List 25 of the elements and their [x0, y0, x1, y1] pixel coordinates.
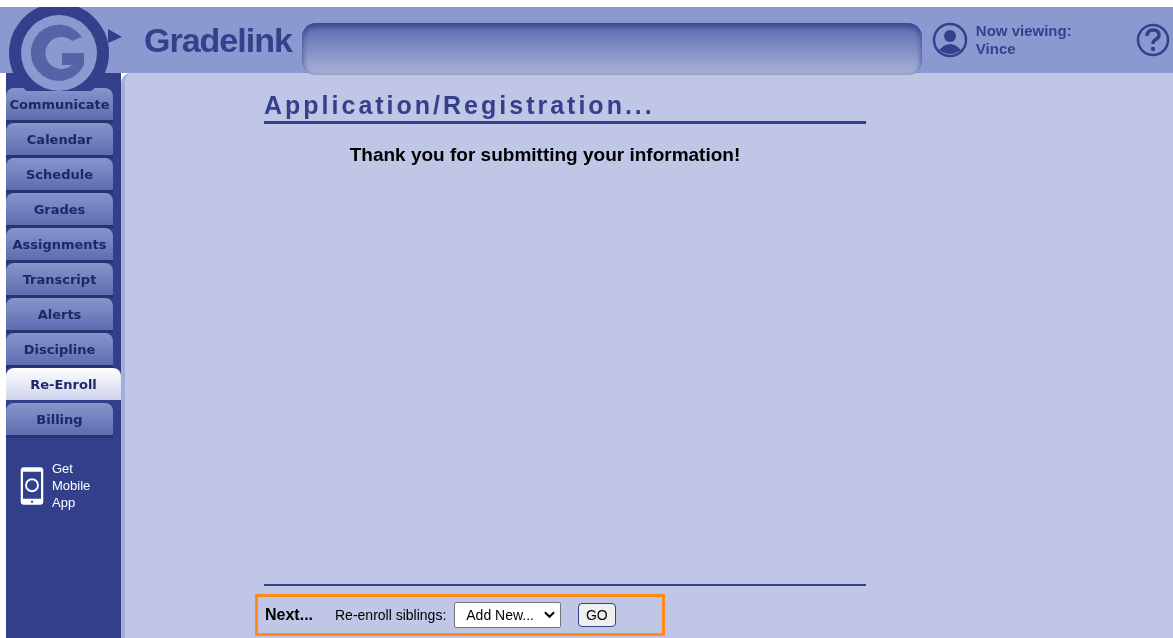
mobile-app-link[interactable]: Get: [52, 460, 91, 477]
now-viewing-label: Now viewing:: [975, 22, 1073, 40]
thank-you-message: Thank you for submitting your information!: [348, 144, 742, 166]
brand-name: Gradelink: [144, 20, 292, 60]
nav-item[interactable]: Discipline: [6, 333, 113, 368]
next-label: Next...: [265, 606, 314, 624]
page-title: Application/Registration...: [264, 89, 866, 124]
user-icon: [931, 22, 968, 58]
mobile-app-link[interactable]: App: [52, 494, 91, 511]
mobile-app-link[interactable]: Mobile: [52, 477, 91, 494]
nav-item[interactable]: Grades: [6, 193, 113, 228]
help-icon[interactable]: [1135, 22, 1171, 58]
nav-item[interactable]: Transcript: [6, 263, 113, 298]
siblings-select[interactable]: Add New...: [454, 602, 561, 628]
nav-item[interactable]: Communicate: [6, 88, 113, 123]
chevron-icon: [544, 611, 555, 619]
nav-item[interactable]: Re-Enroll: [6, 368, 121, 403]
nav-item[interactable]: Billing: [6, 403, 113, 438]
go-button[interactable]: GO: [578, 603, 616, 627]
nav-item[interactable]: Schedule: [6, 158, 113, 193]
viewing-name: Vince: [975, 40, 1017, 58]
nav-item[interactable]: Alerts: [6, 298, 113, 333]
nav-item[interactable]: Assignments: [6, 228, 113, 263]
nav-item[interactable]: Calendar: [6, 123, 113, 158]
siblings-label: Re-enroll siblings:: [335, 607, 447, 623]
